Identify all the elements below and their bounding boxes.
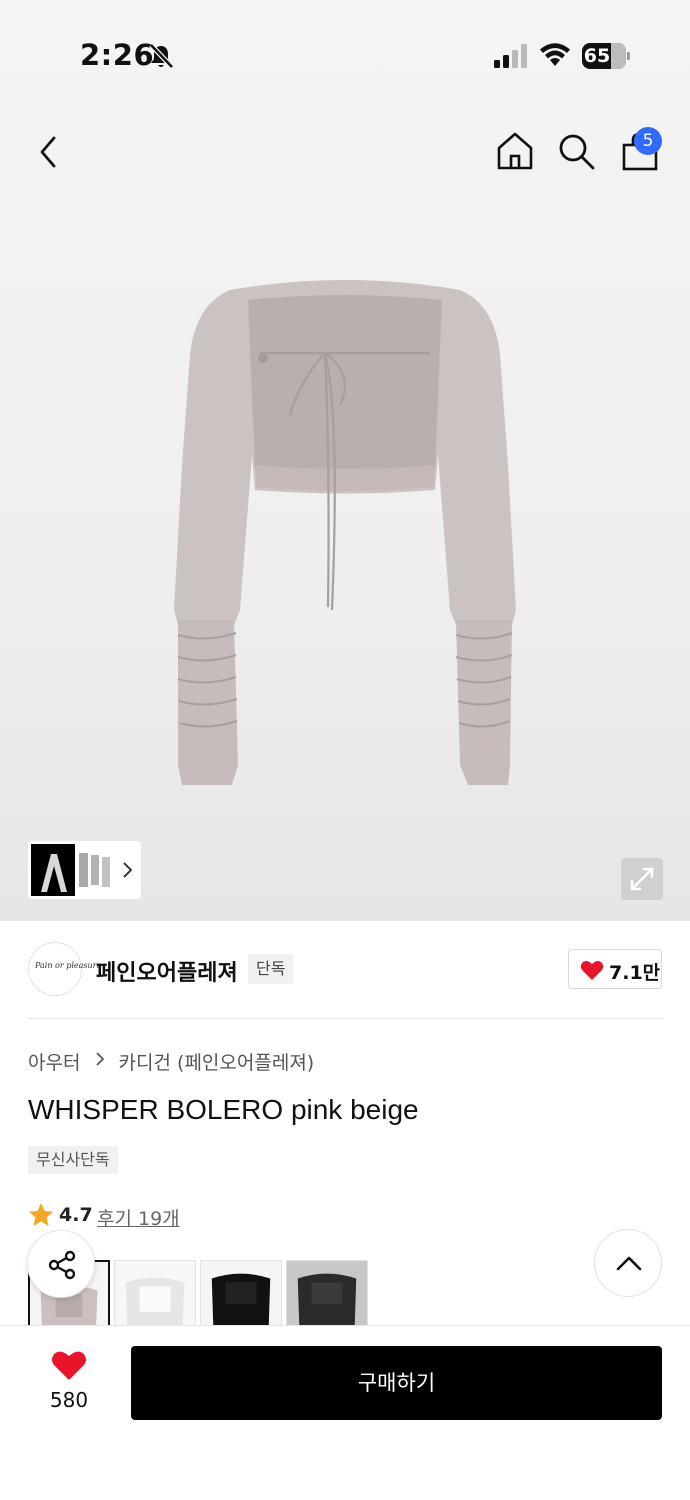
breadcrumb-item[interactable]: 카디건 (페인오어플레져)	[119, 1048, 315, 1075]
expand-icon	[630, 867, 654, 891]
breadcrumb: 아우터 카디건 (페인오어플레져)	[28, 1048, 314, 1076]
color-option-white[interactable]	[114, 1260, 196, 1326]
cellular-signal-icon	[494, 44, 527, 68]
product-image[interactable]	[160, 265, 530, 795]
brand-row[interactable]: Pain or pleasure 페인오어플레져 단독 7.1만	[28, 942, 662, 998]
battery-indicator: 65	[582, 43, 630, 69]
status-bar: 2:26 65	[0, 0, 690, 100]
divider	[28, 1018, 662, 1019]
breadcrumb-item[interactable]: 아우터	[28, 1048, 80, 1075]
fullscreen-button[interactable]	[621, 858, 663, 900]
product-title: WHISPER BOLERO pink beige	[28, 1094, 419, 1125]
wishlist-heart-icon[interactable]	[51, 1350, 87, 1382]
home-icon[interactable]	[495, 131, 535, 171]
share-button[interactable]	[27, 1230, 95, 1298]
color-option-black[interactable]	[200, 1260, 282, 1326]
brand-logo[interactable]: Pain or pleasure	[28, 942, 101, 996]
search-icon[interactable]	[556, 131, 596, 171]
color-options	[28, 1260, 668, 1326]
brand-exclusive-tag: 단독	[248, 954, 294, 984]
chevron-right-icon	[95, 1052, 104, 1066]
buy-button[interactable]: 구매하기	[131, 1346, 662, 1420]
brand-name[interactable]: 페인오어플레져	[96, 955, 238, 987]
wishlist-count: 580	[49, 1388, 89, 1412]
thumbnail-image[interactable]	[75, 847, 115, 893]
brand-like-count: 7.1만	[609, 962, 661, 984]
rating-value: 4.7	[59, 1204, 93, 1226]
share-icon	[48, 1250, 76, 1280]
color-option-charcoal[interactable]	[286, 1260, 368, 1326]
thumbnail-image[interactable]	[31, 844, 75, 896]
cart-count-badge: 5	[634, 127, 662, 155]
thumbnail-strip[interactable]	[28, 841, 141, 899]
heart-icon	[580, 961, 604, 980]
chevron-up-icon	[616, 1256, 642, 1271]
wifi-icon	[540, 43, 570, 66]
review-link[interactable]: 후기 19개	[97, 1204, 180, 1231]
bell-muted-icon	[149, 43, 174, 69]
exclusive-tag: 무신사단독	[28, 1146, 118, 1174]
back-chevron-icon[interactable]	[30, 130, 70, 174]
brand-like-button[interactable]: 7.1만	[568, 949, 662, 989]
scroll-top-button[interactable]	[594, 1229, 662, 1297]
chevron-right-icon[interactable]	[121, 860, 133, 880]
battery-percent: 65	[583, 45, 611, 67]
brand-logo-text: Pain or pleasure	[35, 961, 102, 970]
status-time: 2:26	[80, 38, 155, 72]
star-icon	[29, 1203, 53, 1226]
